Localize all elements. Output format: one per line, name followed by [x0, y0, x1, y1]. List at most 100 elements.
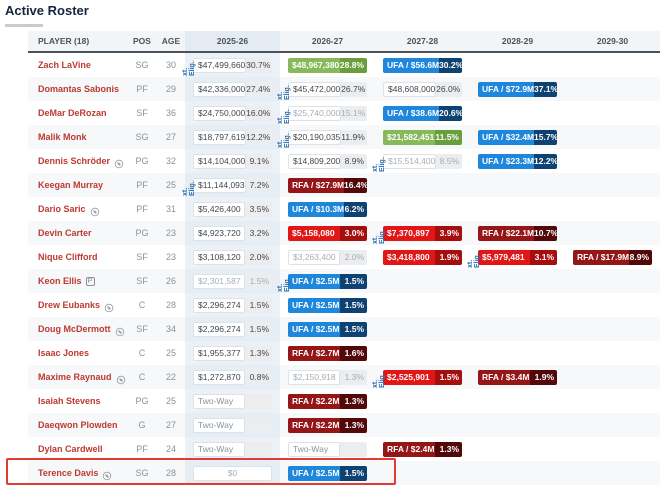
player-name-link[interactable]: DeMar DeRozan: [38, 108, 107, 118]
year-cell: $42,336,00027.4%: [185, 77, 280, 101]
year-cell: $24,750,00016.0%: [185, 101, 280, 125]
year-cell: [565, 173, 660, 197]
year-cell: [565, 269, 660, 293]
salary-pill-twoway: Two-Way: [193, 442, 272, 457]
player-name-link[interactable]: Keon Ellis: [38, 276, 82, 286]
year-cell: xt. Elig.$11,144,0937.2%: [185, 173, 280, 197]
player-name-link[interactable]: Domantas Sabonis: [38, 84, 119, 94]
year-cell: [565, 221, 660, 245]
salary-value: RFA / $2.7M: [288, 346, 340, 361]
year-cell: UFA / $72.9M37.1%: [470, 77, 565, 101]
salary-value: $7,370,897: [383, 226, 435, 241]
player-name-link[interactable]: Terence Davis: [38, 468, 98, 478]
salary-pill-money: $11,144,0937.2%: [193, 178, 272, 193]
player-name-link[interactable]: Malik Monk: [38, 132, 87, 142]
year-cell: $3,418,8001.9%: [375, 245, 470, 269]
player-name-link[interactable]: Zach LaVine: [38, 60, 91, 70]
player-name-link[interactable]: Maxime Raynaud: [38, 372, 112, 382]
year-cell: $14,104,0009.1%: [185, 149, 280, 173]
salary-pill-rfa: RFA / $2.2M1.3%: [288, 418, 367, 433]
player-name-link[interactable]: Keegan Murray: [38, 180, 103, 190]
salary-pill-ufa: UFA / $2.5M1.5%: [288, 298, 367, 313]
table-row: Maxime RaynaudC22$1,272,8700.8%$2,150,91…: [28, 365, 660, 389]
position-cell: SG: [127, 461, 157, 485]
salary-value: $48,608,000: [383, 82, 436, 97]
salary-value: $4,923,720: [193, 226, 245, 241]
salary-percent: 1.5%: [340, 298, 367, 313]
salary-value: UFA / $38.6M: [383, 106, 439, 121]
year-cell: $1,955,3771.3%: [185, 341, 280, 365]
column-header-2029-30[interactable]: 2029-30: [565, 31, 660, 51]
column-header-2026-27[interactable]: 2026-27: [280, 31, 375, 51]
salary-percent: 1.3%: [245, 346, 272, 361]
table-row: Keegan MurrayPF25xt. Elig.$11,144,0937.2…: [28, 173, 660, 197]
year-cell: $48,608,00026.0%: [375, 77, 470, 101]
player-cell: Nique Clifford: [28, 245, 127, 269]
player-name-link[interactable]: Dylan Cardwell: [38, 444, 103, 454]
year-cell: [375, 389, 470, 413]
salary-pill-money: $20,190,03511.9%: [288, 130, 367, 145]
salary-percent: 37.1%: [534, 82, 557, 97]
player-name-link[interactable]: Doug McDermott: [38, 324, 111, 334]
year-cell: RFA / $27.9M16.4%: [280, 173, 375, 197]
column-header-age[interactable]: AGE: [157, 31, 185, 51]
year-cell: [565, 437, 660, 461]
salary-percent: 8.9%: [341, 154, 367, 169]
age-cell: 25: [157, 341, 185, 365]
salary-percent: 8.5%: [436, 154, 462, 169]
salary-value: $45,472,000: [288, 82, 341, 97]
player-name-link[interactable]: Dennis Schröder: [38, 156, 110, 166]
p-option-icon: P: [86, 277, 95, 286]
column-header-2027-28[interactable]: 2027-28: [375, 31, 470, 51]
age-cell: 27: [157, 125, 185, 149]
player-name-link[interactable]: Nique Clifford: [38, 252, 98, 262]
salary-percent: 11.9%: [341, 130, 367, 145]
player-name-link[interactable]: Daeqwon Plowden: [38, 420, 118, 430]
position-cell: C: [127, 293, 157, 317]
player-name-link[interactable]: Isaac Jones: [38, 348, 89, 358]
year-cell: [565, 365, 660, 389]
salary-pill-rfa: RFA / $2.4M1.3%: [383, 442, 462, 457]
player-cell: Dylan Cardwell: [28, 437, 127, 461]
salary-value: $3,263,400: [288, 250, 340, 265]
column-header-2025-26[interactable]: 2025-26: [185, 31, 280, 51]
salary-value: $24,750,000: [193, 106, 246, 121]
salary-pill-ufa: UFA / $2.5M1.5%: [288, 274, 367, 289]
table-row: Dennis SchröderPG32$14,104,0009.1%$14,80…: [28, 149, 660, 173]
salary-value: $42,336,000: [193, 82, 246, 97]
year-cell: $5,158,0803.0%: [280, 221, 375, 245]
salary-pill-red: $7,370,8973.9%: [383, 226, 462, 241]
year-cell: [470, 197, 565, 221]
age-cell: 28: [157, 461, 185, 485]
year-cell: [470, 437, 565, 461]
player-name-link[interactable]: Devin Carter: [38, 228, 92, 238]
salary-pill-rfa: RFA / $3.4M1.9%: [478, 370, 557, 385]
salary-pill-money: $5,426,4003.5%: [193, 202, 272, 217]
year-cell: [470, 317, 565, 341]
salary-value: $2,525,901: [383, 370, 435, 385]
salary-pill-money: $48,608,00026.0%: [383, 82, 462, 97]
salary-value: $11,144,093: [193, 178, 246, 193]
column-header-pos[interactable]: POS: [127, 31, 157, 51]
salary-percent: 12.2%: [534, 154, 557, 169]
table-row: Doug McDermottSF34$2,296,2741.5%UFA / $2…: [28, 317, 660, 341]
column-header-player[interactable]: PLAYER (18): [28, 31, 127, 51]
salary-percent: 3.5%: [245, 202, 272, 217]
player-name-link[interactable]: Isaiah Stevens: [38, 396, 101, 406]
salary-pill-money: $45,472,00026.7%: [288, 82, 367, 97]
year-cell: RFA / $22.1M10.7%: [470, 221, 565, 245]
year-cell: Two-Way: [280, 437, 375, 461]
salary-pill-green: $48,967,38028.8%: [288, 58, 367, 73]
player-cell: Keon Ellis P: [28, 269, 127, 293]
year-cell: RFA / $2.2M1.3%: [280, 389, 375, 413]
salary-pill-twoway: Two-Way: [193, 418, 272, 433]
age-cell: 24: [157, 437, 185, 461]
salary-percent: 26.0%: [436, 82, 462, 97]
player-name-link[interactable]: Drew Eubanks: [38, 300, 100, 310]
position-cell: PG: [127, 149, 157, 173]
column-header-2028-29[interactable]: 2028-29: [470, 31, 565, 51]
player-name-link[interactable]: Dario Saric: [38, 204, 86, 214]
salary-percent: 28.8%: [340, 58, 367, 73]
salary-pill-money: $47,499,66030.7%: [193, 58, 272, 73]
year-cell: xt. Elig.$25,740,00015.1%: [280, 101, 375, 125]
